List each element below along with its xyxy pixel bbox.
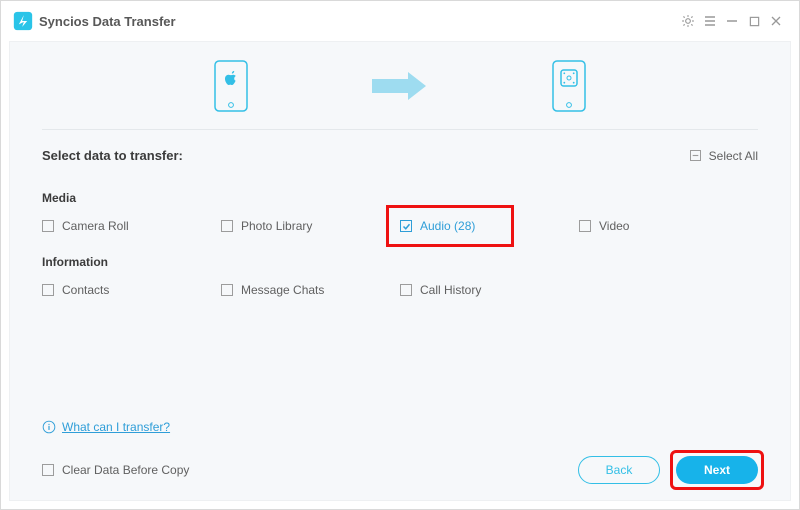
transfer-arrow-icon xyxy=(368,71,432,101)
checkbox-video[interactable]: Video xyxy=(579,219,629,233)
menu-button[interactable] xyxy=(699,10,721,32)
maximize-button[interactable] xyxy=(743,10,765,32)
content-area: Select data to transfer: Select All Medi… xyxy=(9,41,791,501)
tutorial-highlight-audio xyxy=(386,205,514,247)
close-icon xyxy=(770,15,782,27)
media-section: Media Camera Roll Photo Library Audio (2… xyxy=(42,191,758,233)
checkbox-label: Clear Data Before Copy xyxy=(62,463,189,477)
checkbox-label: Contacts xyxy=(62,283,109,297)
checkbox-box-icon xyxy=(400,284,412,296)
checkbox-box-icon xyxy=(221,220,233,232)
checkbox-clear-data[interactable]: Clear Data Before Copy xyxy=(42,463,189,477)
checkbox-photo-library[interactable]: Photo Library xyxy=(221,219,312,233)
page-heading: Select data to transfer: xyxy=(42,148,183,163)
information-section: Information Contacts Message Chats Call … xyxy=(42,255,758,297)
help-link-row: What can I transfer? xyxy=(42,420,170,434)
menu-icon xyxy=(704,15,716,27)
checkbox-contacts[interactable]: Contacts xyxy=(42,283,109,297)
gear-icon xyxy=(681,14,695,28)
settings-button[interactable] xyxy=(677,10,699,32)
help-link[interactable]: What can I transfer? xyxy=(62,420,170,434)
checkbox-call-history[interactable]: Call History xyxy=(400,283,481,297)
checkbox-label: Camera Roll xyxy=(62,219,129,233)
next-button[interactable]: Next xyxy=(676,456,758,484)
checkbox-label: Photo Library xyxy=(241,219,312,233)
close-button[interactable] xyxy=(765,10,787,32)
back-button[interactable]: Back xyxy=(578,456,660,484)
footer: Clear Data Before Copy Back Next xyxy=(42,456,758,484)
app-logo-icon xyxy=(13,11,33,31)
app-window: Syncios Data Transfer Select data to tra… xyxy=(0,0,800,510)
info-icon xyxy=(42,420,56,434)
checkbox-label: Call History xyxy=(420,283,481,297)
section-title-information: Information xyxy=(42,255,758,269)
minimize-icon xyxy=(726,15,738,27)
checkbox-box-icon xyxy=(42,220,54,232)
checkbox-label: Message Chats xyxy=(241,283,324,297)
select-all-label: Select All xyxy=(709,149,758,163)
checkbox-box-icon xyxy=(42,284,54,296)
checkbox-label: Video xyxy=(599,219,629,233)
titlebar: Syncios Data Transfer xyxy=(1,1,799,41)
app-title: Syncios Data Transfer xyxy=(39,14,176,29)
target-phone-icon xyxy=(552,60,586,112)
checkbox-message-chats[interactable]: Message Chats xyxy=(221,283,324,297)
minimize-button[interactable] xyxy=(721,10,743,32)
source-phone-icon xyxy=(214,60,248,112)
maximize-icon xyxy=(749,16,760,27)
checkbox-box-icon xyxy=(690,150,701,161)
checkbox-box-icon xyxy=(42,464,54,476)
section-title-media: Media xyxy=(42,191,758,205)
select-all-checkbox[interactable]: Select All xyxy=(690,149,758,163)
checkbox-box-icon xyxy=(221,284,233,296)
devices-row xyxy=(42,42,758,130)
checkbox-camera-roll[interactable]: Camera Roll xyxy=(42,219,129,233)
checkbox-box-icon xyxy=(579,220,591,232)
